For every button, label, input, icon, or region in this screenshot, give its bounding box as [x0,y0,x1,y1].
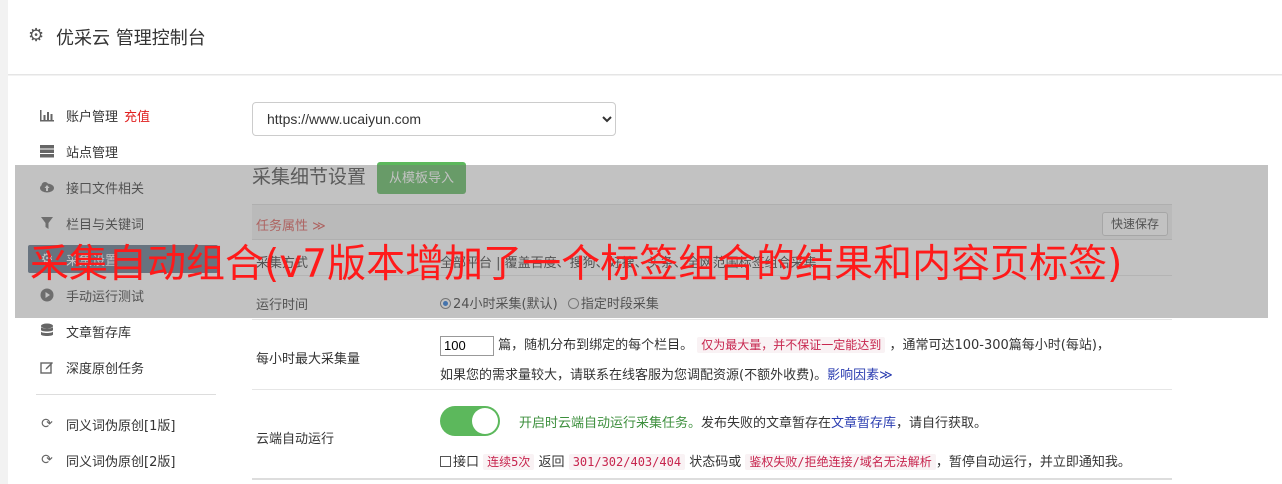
sidebar-item-label: 同义词伪原创[1版] [66,418,176,434]
pause-condition: 接口 连续5次 返回 301/302/403/404 状态码或 鉴权失败/拒绝连… [440,451,1131,470]
app-title: 优采云 管理控制台 [56,28,206,49]
recharge-link[interactable]: 充值 [124,106,150,125]
sidebar-item-label: 账户管理 [66,109,119,125]
max-per-hour-value: 篇，随机分布到绑定的每个栏目。 仅为最大量，并不保证一定能达到 ，通常可达100… [440,330,1170,391]
max-per-hour-text: 篇，随机分布到绑定的每个栏目。 [498,338,694,353]
cloud-run-desc-2: ，请自行获取。 [896,416,988,431]
app-header: ⚙ 优采云 管理控制台 [8,0,1282,75]
max-per-hour-row: 每小时最大采集量 篇，随机分布到绑定的每个栏目。 仅为最大量，并不保证一定能达到… [252,320,1172,390]
pause-check-label: 接口 [453,455,480,470]
caption-text: 采集自动组合(v7版本增加了一个标签组合的结果和内容页标签) [30,242,1123,287]
pause-code-2: 301/302/403/404 [568,454,686,470]
cloud-run-desc-1: 发布失败的文章暂存在 [701,416,832,431]
pause-checkbox[interactable] [440,456,451,467]
pause-text-2: 状态码或 [689,455,742,470]
sidebar-item-article-store[interactable]: 文章暂存库 [28,317,218,345]
sidebar-item-label: 站点管理 [66,145,119,161]
cloud-run-desc: 开启时云端自动运行采集任务。发布失败的文章暂存在文章暂存库，请自行获取。 [519,412,987,431]
influence-factors-link[interactable]: 影响因素≫ [827,368,893,383]
pause-text-3: ，暂停自动运行，并立即通知我。 [935,455,1131,470]
gear-icon: ⚙ [28,25,45,46]
refresh-icon: ⟳ [41,416,53,432]
sidebar-item-deep-original[interactable]: 深度原创任务 [28,353,218,381]
refresh-icon: ⟳ [41,452,53,468]
pause-code-3: 鉴权失败/拒绝连接/域名无法解析 [745,454,936,470]
bar-chart-icon [38,106,56,124]
sidebar-item-synonym-v1[interactable]: ⟳ 同义词伪原创[1版] [28,410,218,438]
cloud-run-label: 云端自动运行 [256,432,335,447]
database-icon [38,322,56,340]
cloud-run-on-text: 开启时云端自动运行采集任务。 [519,416,702,431]
sidebar-divider [36,394,216,395]
max-per-hour-label: 每小时最大采集量 [256,352,361,367]
pause-text-1: 返回 [538,455,565,470]
sidebar-item-account[interactable]: 账户管理 充值 [28,101,218,129]
site-select[interactable]: https://www.ucaiyun.com [252,102,616,136]
max-per-hour-note: 仅为最大量，并不保证一定能达到 [697,337,886,353]
max-per-hour-input[interactable] [440,335,494,356]
max-per-hour-text-3: 如果您的需求量较大，请联系在线客服为您调配资源(不额外收费)。 [440,368,828,383]
edit-icon [38,358,56,376]
pause-code-1: 连续5次 [483,454,535,470]
toggle-knob [472,408,498,434]
sidebar-item-synonym-v2[interactable]: ⟳ 同义词伪原创[2版] [28,446,218,474]
cloud-run-toggle[interactable] [440,406,500,436]
cloud-run-row: 云端自动运行 开启时云端自动运行采集任务。发布失败的文章暂存在文章暂存库，请自行… [252,390,1172,480]
sidebar-item-label: 文章暂存库 [66,325,132,341]
server-icon [38,142,56,160]
sidebar-item-label: 深度原创任务 [66,361,145,377]
sidebar-item-label: 同义词伪原创[2版] [66,454,176,470]
sidebar-item-sites[interactable]: 站点管理 [28,137,218,165]
article-store-link[interactable]: 文章暂存库 [831,416,896,431]
max-per-hour-text-2: ，通常可达100-300篇每小时(每站)， [889,338,1110,353]
